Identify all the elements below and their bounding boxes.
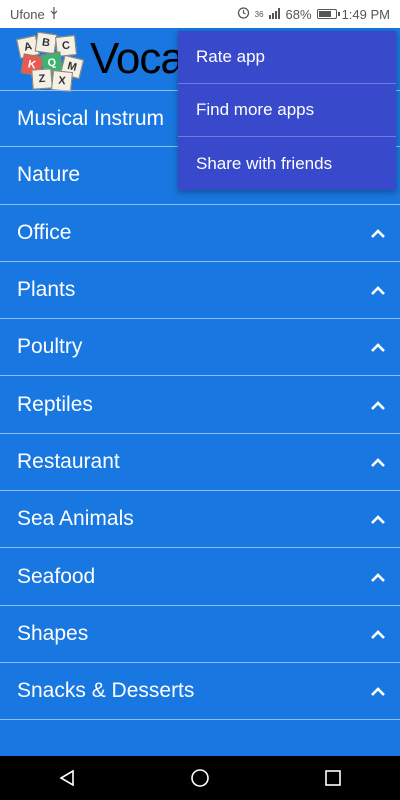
chevron-up-icon[interactable] xyxy=(370,399,386,411)
category-item[interactable]: Shapes xyxy=(0,606,400,663)
category-item[interactable]: Snacks & Desserts xyxy=(0,663,400,721)
signal-icon xyxy=(268,7,281,22)
chevron-up-icon[interactable] xyxy=(370,571,386,583)
category-label: Snacks & Desserts xyxy=(17,679,195,703)
chevron-up-icon[interactable] xyxy=(370,685,386,697)
category-item[interactable]: Plants xyxy=(0,262,400,320)
clock: 1:49 PM xyxy=(341,6,390,22)
category-label: Poultry xyxy=(17,335,83,359)
usb-icon xyxy=(50,6,58,22)
battery-icon xyxy=(316,9,340,19)
chevron-up-icon[interactable] xyxy=(370,227,386,239)
system-nav-bar xyxy=(0,756,400,800)
app-title: Voca xyxy=(90,34,185,83)
menu-item-label: Rate app xyxy=(196,47,265,66)
category-item[interactable]: Office xyxy=(0,205,400,262)
category-label: Seafood xyxy=(17,564,96,588)
category-label: Sea Animals xyxy=(17,507,134,531)
overflow-menu: Rate app Find more apps Share with frien… xyxy=(178,31,396,190)
category-label: Shapes xyxy=(17,621,89,645)
menu-item-label: Find more apps xyxy=(196,100,315,119)
category-label: Nature xyxy=(17,163,81,187)
category-label: Restaurant xyxy=(17,449,120,473)
carrier-label: Ufone xyxy=(10,6,45,22)
category-item[interactable]: Sea Animals xyxy=(0,491,400,549)
battery-percent: 68% xyxy=(285,6,312,22)
chevron-up-icon[interactable] xyxy=(370,513,386,525)
home-circle-icon[interactable] xyxy=(188,766,212,790)
chevron-up-icon[interactable] xyxy=(370,341,386,353)
back-triangle-icon[interactable] xyxy=(55,766,79,790)
category-label: Plants xyxy=(17,278,76,302)
category-item[interactable]: Restaurant xyxy=(0,434,400,492)
alarm-icon xyxy=(237,6,250,22)
recents-square-icon[interactable] xyxy=(321,766,345,790)
chevron-up-icon[interactable] xyxy=(370,284,386,296)
status-bar: Ufone 36 68% 1:49 PM xyxy=(0,0,400,28)
menu-item-rate-app[interactable]: Rate app xyxy=(178,31,396,84)
chevron-up-icon[interactable] xyxy=(370,456,386,468)
chevron-up-icon[interactable] xyxy=(370,628,386,640)
menu-item-label: Share with friends xyxy=(196,153,333,173)
network-label: 36 xyxy=(254,9,264,19)
category-item[interactable]: Poultry xyxy=(0,319,400,377)
category-item[interactable]: Seafood xyxy=(0,548,400,606)
menu-item-share-with-friends[interactable]: Share with friends xyxy=(178,137,396,190)
menu-item-find-more-apps[interactable]: Find more apps xyxy=(178,84,396,137)
category-label: Office xyxy=(17,220,72,244)
letter-tiles-logo: A B C K Q M Z X xyxy=(16,31,86,92)
category-label: Musical Instrum xyxy=(17,106,165,130)
category-label: Reptiles xyxy=(17,392,93,416)
category-item[interactable]: Reptiles xyxy=(0,376,400,434)
